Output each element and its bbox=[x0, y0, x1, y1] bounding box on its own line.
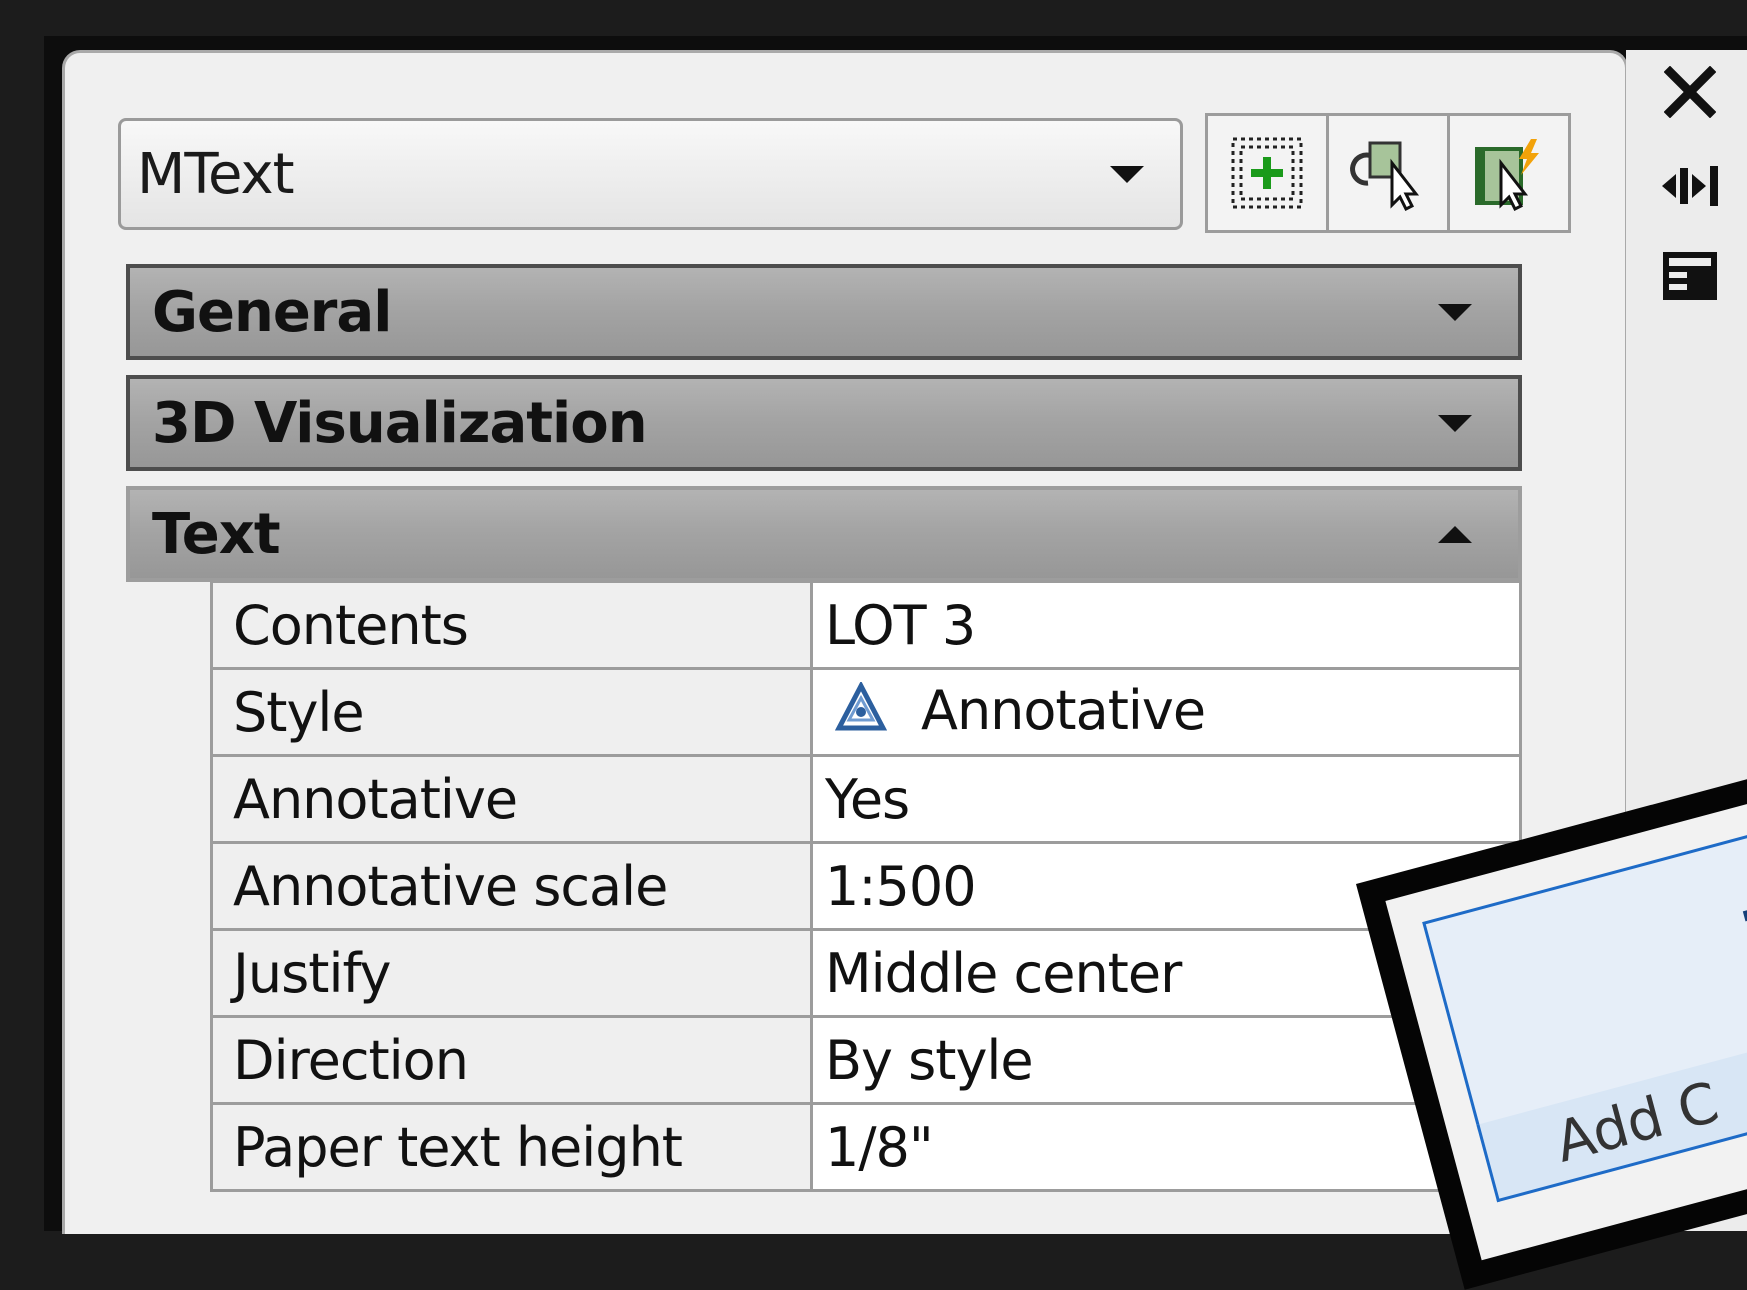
toggle-pickadd-icon bbox=[1231, 137, 1303, 209]
quick-select-icon bbox=[1475, 139, 1539, 212]
toggle-pickadd-button[interactable] bbox=[1208, 116, 1329, 230]
property-row[interactable]: Paper text height 1/8" bbox=[210, 1102, 1522, 1192]
property-row[interactable]: Contents LOT 3 bbox=[210, 580, 1522, 670]
close-icon[interactable] bbox=[1655, 62, 1725, 122]
property-row[interactable]: Justify Middle center bbox=[210, 928, 1522, 1018]
plus-icon: + bbox=[1720, 846, 1747, 968]
object-type-dropdown[interactable]: MText bbox=[118, 118, 1183, 230]
property-name: Style bbox=[210, 667, 813, 757]
property-name: Annotative scale bbox=[210, 841, 813, 931]
section-text-title: Text bbox=[152, 501, 281, 567]
property-name: Annotative bbox=[210, 754, 813, 844]
property-value[interactable]: 1/8" bbox=[810, 1102, 1522, 1192]
chevron-down-icon bbox=[1110, 165, 1144, 183]
property-row[interactable]: Style Annotative bbox=[210, 667, 1522, 757]
property-row[interactable]: Direction By style bbox=[210, 1015, 1522, 1105]
auto-hide-icon[interactable] bbox=[1655, 156, 1725, 216]
select-objects-button[interactable] bbox=[1329, 116, 1450, 230]
chevron-down-icon bbox=[1438, 414, 1472, 432]
section-general-title: General bbox=[152, 279, 392, 345]
section-text[interactable]: Text bbox=[126, 486, 1522, 582]
section-3d-visualization-title: 3D Visualization bbox=[152, 390, 648, 456]
chevron-down-icon bbox=[1438, 303, 1472, 321]
properties-settings-icon[interactable] bbox=[1655, 246, 1725, 306]
annotative-icon bbox=[834, 681, 888, 745]
section-general[interactable]: General bbox=[126, 264, 1522, 360]
property-name: Justify bbox=[210, 928, 813, 1018]
section-3d-visualization[interactable]: 3D Visualization bbox=[126, 375, 1522, 471]
property-value[interactable]: Yes bbox=[810, 754, 1522, 844]
object-type-value: MText bbox=[137, 141, 295, 207]
property-row[interactable]: Annotative Yes bbox=[210, 754, 1522, 844]
property-value-text: Annotative bbox=[921, 678, 1206, 742]
selection-toolbar bbox=[1205, 113, 1571, 233]
select-objects-icon bbox=[1350, 141, 1420, 212]
quick-select-button[interactable] bbox=[1450, 116, 1568, 230]
property-name: Direction bbox=[210, 1015, 813, 1105]
property-name: Paper text height bbox=[210, 1102, 813, 1192]
property-name: Contents bbox=[210, 580, 813, 670]
property-row[interactable]: Annotative scale 1:500 bbox=[210, 841, 1522, 931]
property-value[interactable]: LOT 3 bbox=[810, 580, 1522, 670]
text-properties-grid: Contents LOT 3 Style Annotative Annotati… bbox=[210, 580, 1522, 1192]
property-value-style[interactable]: Annotative bbox=[810, 667, 1522, 757]
chevron-up-icon bbox=[1438, 525, 1472, 543]
